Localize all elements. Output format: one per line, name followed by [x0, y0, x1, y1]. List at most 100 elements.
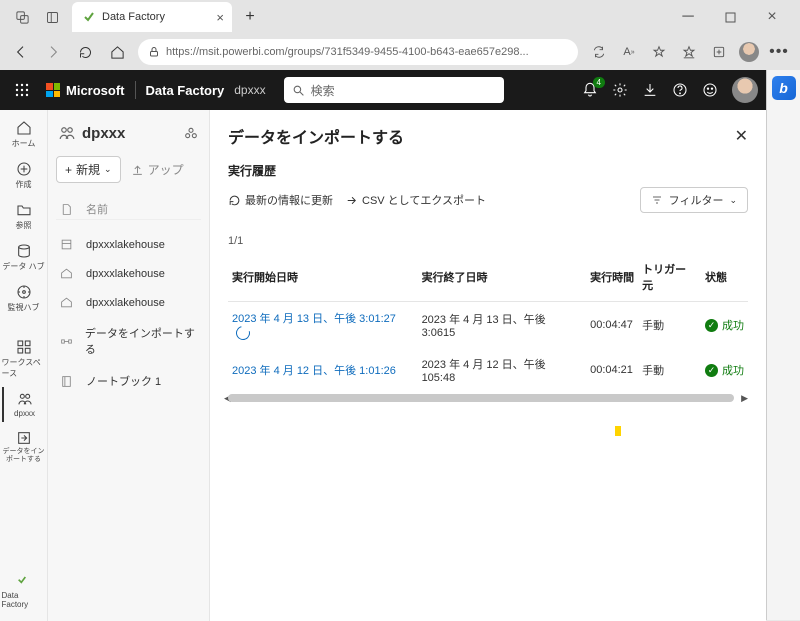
browser-tab[interactable]: Data Factory × — [72, 2, 232, 32]
search-placeholder: 検索 — [311, 82, 335, 99]
app-launcher-icon[interactable] — [8, 83, 36, 97]
page-title: データをインポートする — [228, 124, 404, 148]
help-icon[interactable] — [672, 82, 688, 98]
rail-home[interactable]: ホーム — [2, 116, 46, 153]
divider — [135, 81, 136, 99]
rail-workspaces[interactable]: ワークスペース — [2, 335, 46, 383]
run-start-link[interactable]: 2023 年 4 月 13 日、午後 3:01:27 — [232, 313, 396, 325]
app-topbar: Microsoft Data Factory dpxxx 検索 4 — [0, 70, 766, 110]
download-icon[interactable] — [642, 82, 658, 98]
refresh-action[interactable]: 最新の情報に更新 — [228, 192, 333, 208]
monitor-icon — [16, 284, 32, 300]
tab-favicon — [82, 10, 96, 24]
lakehouse-icon — [60, 238, 76, 251]
window-close-button[interactable]: × — [752, 3, 792, 31]
datafactory-icon — [16, 573, 32, 589]
bing-sidebar[interactable]: b — [766, 70, 800, 620]
database-icon — [16, 243, 32, 259]
run-history-table: 実行開始日時 実行終了日時 実行時間 トリガー元 状態 2023 年 4 月 1… — [228, 253, 748, 392]
list-item[interactable]: dpxxxlakehouse — [56, 259, 201, 288]
col-name-label: 名前 — [86, 201, 108, 217]
filter-button[interactable]: フィルター ⌄ — [640, 187, 748, 213]
bing-icon[interactable]: b — [772, 76, 796, 100]
check-icon: ✓ — [705, 364, 718, 377]
microsoft-logo-icon — [46, 83, 60, 97]
sync-icon[interactable] — [584, 37, 614, 67]
scroll-track[interactable] — [228, 394, 734, 402]
status-badge: ✓成功 — [705, 317, 744, 333]
rail-import[interactable]: データをインポートする — [2, 426, 46, 467]
chevron-down-icon: ⌄ — [729, 195, 737, 206]
list-item[interactable]: ノートブック 1 — [56, 365, 201, 397]
search-input[interactable]: 検索 — [284, 77, 504, 103]
read-aloud-icon[interactable]: A» — [614, 37, 644, 67]
product-name[interactable]: Data Factory — [146, 83, 225, 98]
upload-button[interactable]: アップ — [127, 156, 188, 183]
home-button[interactable] — [102, 37, 132, 67]
import-icon — [16, 430, 32, 446]
tab-title: Data Factory — [102, 11, 165, 23]
rail-browse[interactable]: 参照 — [2, 198, 46, 235]
rail-dpxxx[interactable]: dpxxx — [2, 387, 46, 422]
more-icon[interactable]: ••• — [764, 37, 794, 67]
list-item[interactable]: dpxxxlakehouse — [56, 288, 201, 317]
notebook-icon — [60, 375, 76, 388]
brand: Microsoft — [46, 83, 125, 98]
workspace-title: dpxxx — [82, 125, 125, 142]
col-start[interactable]: 実行開始日時 — [228, 253, 418, 302]
window-minimize-button[interactable]: ─ — [668, 3, 708, 31]
rail-datafactory[interactable]: Data Factory — [2, 569, 46, 613]
profile-avatar[interactable] — [734, 37, 764, 67]
profile-icon[interactable] — [8, 3, 36, 31]
col-duration[interactable]: 実行時間 — [586, 253, 638, 302]
run-start-link[interactable]: 2023 年 4 月 12 日、午後 1:01:26 — [232, 365, 396, 377]
new-tab-button[interactable]: + — [236, 3, 264, 31]
horizontal-scrollbar[interactable]: ◀ ▶ — [228, 394, 748, 406]
workspace-icon — [17, 391, 33, 407]
table-row[interactable]: 2023 年 4 月 13 日、午後 3:01:27 2023 年 4 月 13… — [228, 302, 748, 349]
rail-datahub[interactable]: データ ハブ — [2, 239, 46, 276]
workspace-settings-icon[interactable] — [183, 125, 199, 141]
settings-icon[interactable] — [612, 82, 628, 98]
workspace-name-top[interactable]: dpxxx — [234, 83, 265, 97]
table-row[interactable]: 2023 年 4 月 12 日、午後 1:01:26 2023 年 4 月 12… — [228, 348, 748, 392]
favorite-icon[interactable] — [644, 37, 674, 67]
window-maximize-button[interactable] — [710, 3, 750, 31]
notifications-icon[interactable]: 4 — [582, 82, 598, 98]
col-end[interactable]: 実行終了日時 — [418, 253, 587, 302]
workspace-header: dpxxx — [56, 120, 201, 146]
notif-badge: 4 — [593, 77, 605, 88]
forward-button[interactable] — [38, 37, 68, 67]
col-trigger[interactable]: トリガー元 — [638, 253, 701, 302]
refresh-button[interactable] — [70, 37, 100, 67]
export-csv-action[interactable]: CSV としてエクスポート — [345, 192, 486, 208]
brand-text: Microsoft — [66, 83, 125, 98]
filter-icon — [651, 194, 663, 206]
rail-monitor[interactable]: 監視ハブ — [2, 280, 46, 317]
favorites-bar-icon[interactable] — [674, 37, 704, 67]
back-button[interactable] — [6, 37, 36, 67]
close-button[interactable]: ✕ — [735, 126, 748, 146]
file-icon — [60, 203, 76, 216]
list-item[interactable]: データをインポートする — [56, 317, 201, 365]
lock-icon — [148, 46, 160, 58]
user-avatar[interactable] — [732, 77, 758, 103]
url-input[interactable]: https://msit.powerbi.com/groups/731f5349… — [138, 39, 578, 65]
feedback-icon[interactable] — [702, 82, 718, 98]
tabs-icon[interactable] — [38, 3, 66, 31]
chevron-down-icon: ⌄ — [104, 164, 112, 175]
workspaces-icon — [16, 339, 32, 355]
rail-create[interactable]: 作成 — [2, 157, 46, 194]
plus-icon: + — [65, 163, 72, 177]
folder-icon — [16, 202, 32, 218]
tab-close-icon[interactable]: × — [216, 10, 224, 25]
collections-icon[interactable] — [704, 37, 734, 67]
col-status[interactable]: 状態 — [701, 253, 748, 302]
plus-circle-icon — [16, 161, 32, 177]
export-icon — [345, 194, 358, 207]
scroll-right-icon[interactable]: ▶ — [741, 393, 748, 404]
list-item[interactable]: dpxxxlakehouse — [56, 230, 201, 259]
workspace-panel: dpxxx +新規⌄ アップ 名前 dpxxxlakehouse dpxxxla… — [48, 110, 210, 621]
status-badge: ✓成功 — [705, 362, 744, 378]
new-button[interactable]: +新規⌄ — [56, 156, 121, 183]
